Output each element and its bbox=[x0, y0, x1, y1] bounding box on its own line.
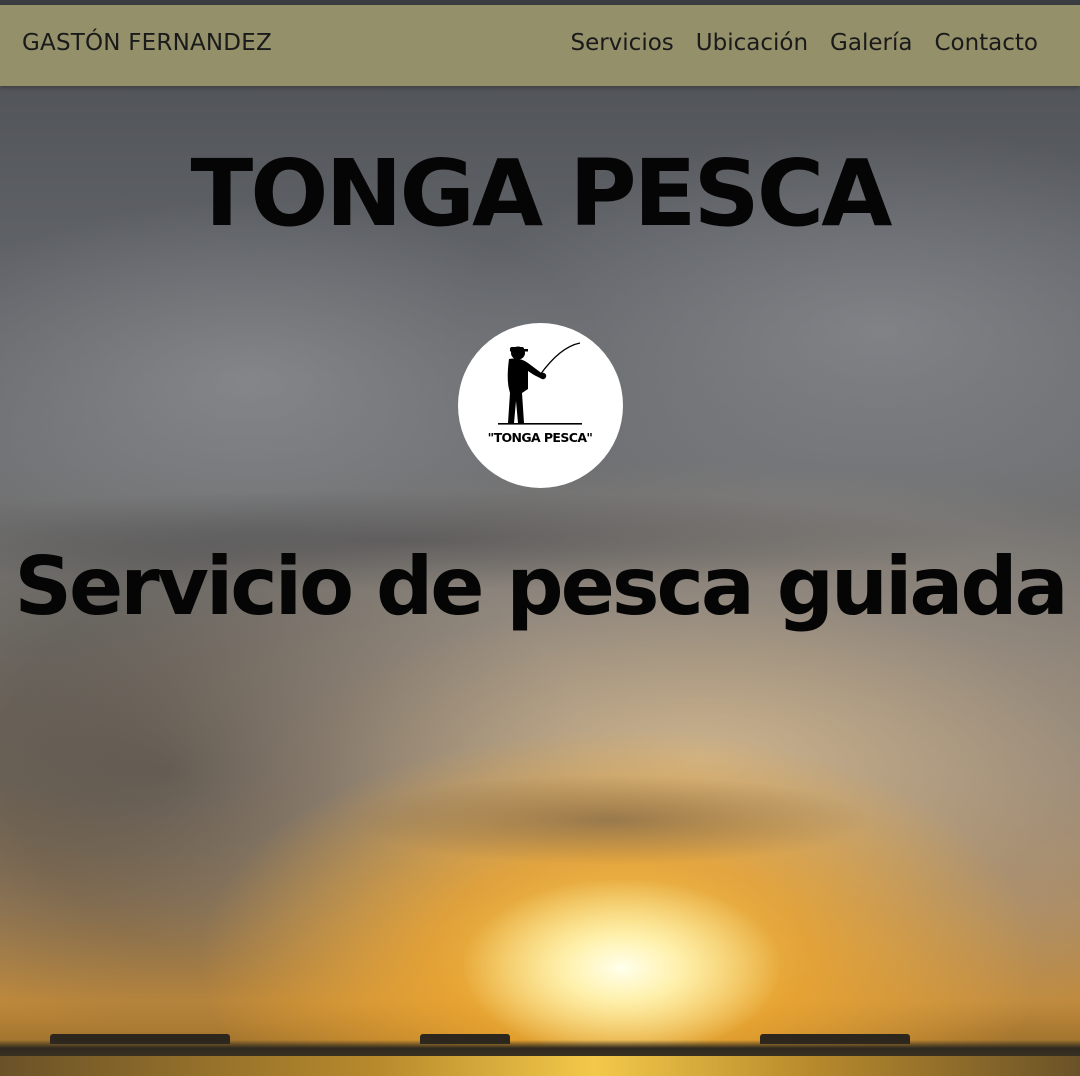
navbar: GASTÓN FERNANDEZ Servicios Ubicación Gal… bbox=[0, 5, 1080, 86]
hero-subtitle: Servicio de pesca guiada bbox=[14, 540, 1068, 633]
tonga-pesca-logo: "TONGA PESCA" bbox=[458, 323, 623, 488]
nav-links: Servicios Ubicación Galería Contacto bbox=[570, 30, 1038, 56]
hero-title: TONGA PESCA bbox=[190, 140, 893, 247]
nav-link-ubicacion[interactable]: Ubicación bbox=[696, 30, 808, 56]
logo-text: "TONGA PESCA" bbox=[488, 430, 593, 445]
nav-link-contacto[interactable]: Contacto bbox=[934, 30, 1038, 56]
water-reflection bbox=[0, 1056, 1080, 1076]
page: GASTÓN FERNANDEZ Servicios Ubicación Gal… bbox=[0, 0, 1080, 1076]
fisherman-silhouette-icon: "TONGA PESCA" bbox=[488, 342, 593, 445]
nav-link-galeria[interactable]: Galería bbox=[830, 30, 912, 56]
brand-link[interactable]: GASTÓN FERNANDEZ bbox=[22, 30, 272, 56]
nav-link-servicios[interactable]: Servicios bbox=[570, 30, 673, 56]
